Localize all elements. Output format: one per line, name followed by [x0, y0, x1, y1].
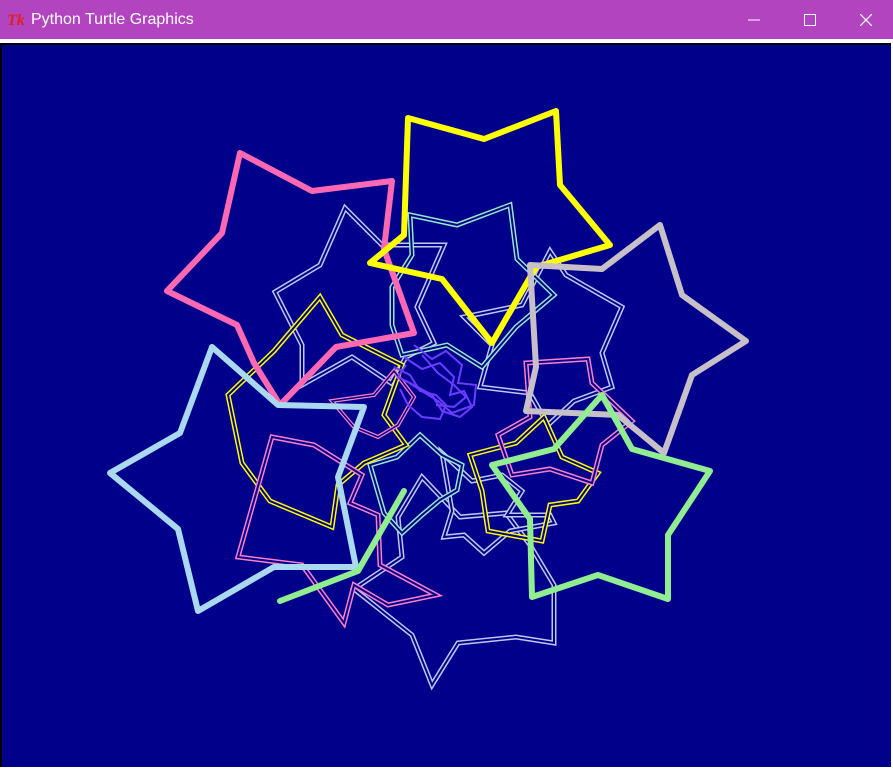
- window-title: Python Turtle Graphics: [31, 11, 194, 28]
- outline-star-pink-2: [494, 356, 636, 487]
- turtle-window: Tk Python Turtle Graphics: [0, 0, 893, 769]
- close-button[interactable]: [838, 0, 893, 39]
- thick-star-green-2: [489, 392, 713, 602]
- turtle-drawing: [107, 108, 749, 691]
- minimize-icon: [748, 19, 760, 20]
- maximize-icon: [804, 13, 816, 26]
- turtle-canvas[interactable]: [0, 43, 891, 767]
- maximize-button[interactable]: [782, 0, 838, 39]
- title-bar[interactable]: Tk Python Turtle Graphics: [0, 0, 893, 39]
- close-icon: [860, 13, 872, 26]
- outline-star-lavender-1: [271, 203, 448, 390]
- minimize-button[interactable]: [726, 0, 782, 39]
- tk-feather-icon: Tk: [6, 9, 28, 29]
- svg-text:Tk: Tk: [7, 12, 25, 29]
